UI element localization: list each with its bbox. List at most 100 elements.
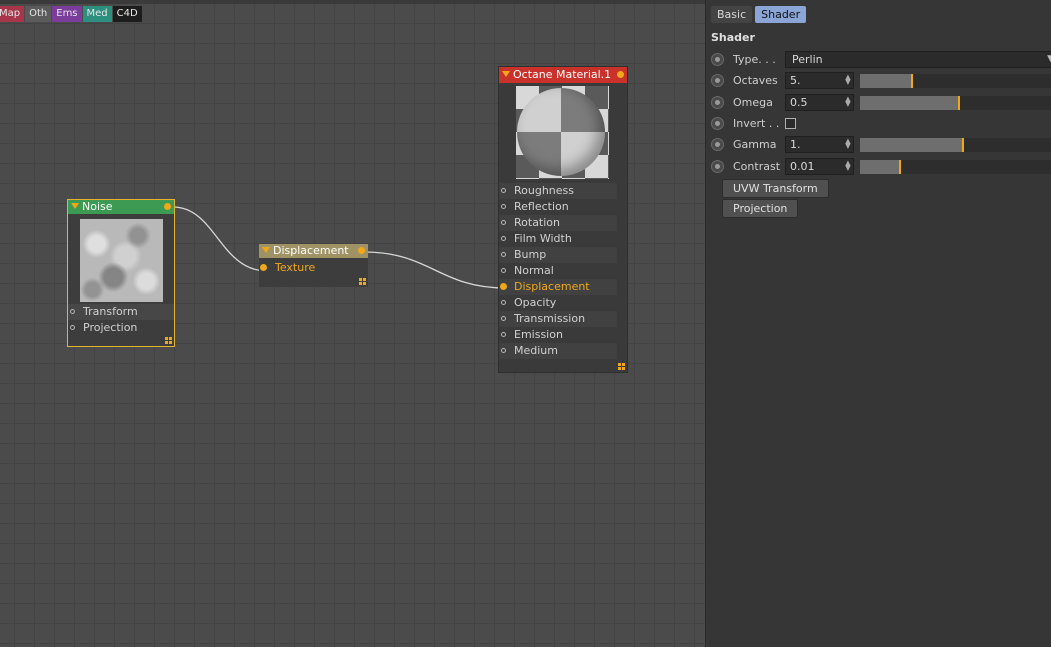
octane-material-node[interactable]: Octane Material.1 Roughness Reflection Rot… — [498, 66, 628, 373]
param-label: Omega — [733, 96, 773, 109]
port-label: Projection — [83, 321, 138, 334]
keyframe-dot-icon[interactable] — [711, 138, 724, 151]
collapse-triangle-icon[interactable] — [502, 71, 510, 77]
material-port-transmission[interactable]: Transmission — [499, 311, 617, 327]
omega-slider[interactable] — [860, 96, 1051, 110]
port-circle-icon[interactable] — [501, 300, 506, 305]
material-port-normal[interactable]: Normal — [499, 263, 617, 279]
octaves-field[interactable]: 5. ▲ ▼ — [785, 72, 854, 89]
keyframe-dot-icon[interactable] — [711, 160, 724, 173]
port-circle-icon[interactable] — [501, 332, 506, 337]
noise-output-port[interactable] — [164, 203, 171, 210]
material-port-emission[interactable]: Emission — [499, 327, 617, 343]
port-label: Opacity — [514, 296, 557, 309]
port-circle-icon[interactable] — [501, 252, 506, 257]
uvw-transform-button[interactable]: UVW Transform — [722, 179, 829, 198]
field-value: 0.01 — [790, 160, 815, 173]
material-port-roughness[interactable]: Roughness — [499, 183, 617, 199]
material-port-film-width[interactable]: Film Width — [499, 231, 617, 247]
port-circle-icon[interactable] — [260, 264, 267, 271]
material-node-header[interactable]: Octane Material.1 — [499, 67, 627, 83]
noise-node[interactable]: Noise Transform Projection — [67, 199, 175, 347]
port-circle-icon[interactable] — [70, 309, 75, 314]
resize-grip-icon[interactable] — [165, 337, 172, 344]
port-circle-icon[interactable] — [501, 204, 506, 209]
port-circle-icon[interactable] — [501, 220, 506, 225]
param-label: Type. . . — [733, 53, 776, 66]
noise-node-header[interactable]: Noise — [68, 200, 174, 214]
material-port-bump[interactable]: Bump — [499, 247, 617, 263]
omega-field[interactable]: 0.5 ▲ ▼ — [785, 94, 854, 111]
param-contrast: Contrast 0.01 ▲ ▼ — [711, 157, 1051, 177]
param-type: Type. . . Perlin ▼ — [711, 50, 1051, 70]
wire-noise-to-displacement — [172, 206, 267, 272]
port-label: Emission — [514, 328, 563, 341]
material-port-rotation[interactable]: Rotation — [499, 215, 617, 231]
contrast-slider[interactable] — [860, 160, 1051, 174]
material-node-title: Octane Material.1 — [513, 68, 612, 81]
port-label: Roughness — [514, 184, 575, 197]
category-tab-c4d[interactable]: C4D — [112, 6, 142, 22]
invert-checkbox[interactable] — [785, 118, 796, 129]
displacement-node-header[interactable]: Displacement — [259, 244, 368, 258]
spinner-arrows-icon[interactable]: ▲ ▼ — [845, 96, 851, 108]
port-label: Transform — [83, 305, 138, 318]
displacement-output-port[interactable] — [358, 247, 365, 254]
port-label: Film Width — [514, 232, 572, 245]
field-value: 1. — [790, 138, 801, 151]
keyframe-dot-icon[interactable] — [711, 96, 724, 109]
category-tab-med[interactable]: Med — [82, 6, 112, 22]
port-circle-icon[interactable] — [501, 268, 506, 273]
slider-fill — [860, 96, 961, 110]
chevron-down-icon: ▼ — [1047, 54, 1051, 64]
node-editor-canvas[interactable]: Map Oth Ems Med C4D Noise Transform Proj… — [0, 0, 705, 647]
displacement-node[interactable]: Displacement Texture — [259, 244, 368, 287]
port-circle-icon[interactable] — [501, 348, 506, 353]
category-tab-map[interactable]: Map — [0, 6, 25, 22]
collapse-triangle-icon[interactable] — [262, 247, 270, 253]
port-label: Medium — [514, 344, 558, 357]
tab-basic[interactable]: Basic — [711, 6, 753, 23]
port-circle-icon[interactable] — [70, 325, 75, 330]
material-port-opacity[interactable]: Opacity — [499, 295, 617, 311]
port-circle-icon[interactable] — [501, 188, 506, 193]
material-preview-sphere — [517, 88, 605, 176]
spinner-arrows-icon[interactable]: ▲ ▼ — [845, 160, 851, 172]
field-value: 0.5 — [790, 96, 808, 109]
param-label: Gamma — [733, 138, 777, 151]
spinner-arrows-icon[interactable]: ▲ ▼ — [845, 138, 851, 150]
displacement-port-texture[interactable]: Texture — [259, 260, 368, 276]
material-port-reflection[interactable]: Reflection — [499, 199, 617, 215]
material-output-port[interactable] — [617, 71, 624, 78]
keyframe-dot-icon[interactable] — [711, 74, 724, 87]
port-circle-icon[interactable] — [500, 283, 507, 290]
tab-shader[interactable]: Shader — [755, 6, 807, 23]
material-port-medium[interactable]: Medium — [499, 343, 617, 359]
keyframe-dot-icon[interactable] — [711, 53, 724, 66]
port-label: Transmission — [514, 312, 586, 325]
spinner-arrows-icon[interactable]: ▲ ▼ — [845, 74, 851, 86]
category-tab-oth[interactable]: Oth — [25, 6, 52, 22]
field-value: 5. — [790, 74, 801, 87]
gamma-field[interactable]: 1. ▲ ▼ — [785, 136, 854, 153]
noise-port-projection[interactable]: Projection — [68, 320, 174, 336]
noise-node-title: Noise — [82, 200, 113, 213]
contrast-field[interactable]: 0.01 ▲ ▼ — [785, 158, 854, 175]
port-circle-icon[interactable] — [501, 316, 506, 321]
noise-port-transform[interactable]: Transform — [68, 304, 174, 320]
material-port-displacement[interactable]: Displacement — [499, 279, 617, 295]
type-select[interactable]: Perlin ▼ — [785, 51, 1051, 68]
param-label: Octaves — [733, 74, 778, 87]
port-circle-icon[interactable] — [501, 236, 506, 241]
resize-grip-icon[interactable] — [359, 278, 366, 285]
displacement-node-title: Displacement — [273, 244, 349, 257]
gamma-slider[interactable] — [860, 138, 1051, 152]
panel-tabs: Basic Shader — [711, 6, 809, 23]
port-label: Displacement — [514, 280, 590, 293]
octaves-slider[interactable] — [860, 74, 1051, 88]
resize-grip-icon[interactable] — [618, 363, 625, 370]
projection-button[interactable]: Projection — [722, 199, 799, 218]
keyframe-dot-icon[interactable] — [711, 117, 724, 130]
collapse-triangle-icon[interactable] — [71, 203, 79, 209]
category-tab-ems[interactable]: Ems — [52, 6, 82, 22]
